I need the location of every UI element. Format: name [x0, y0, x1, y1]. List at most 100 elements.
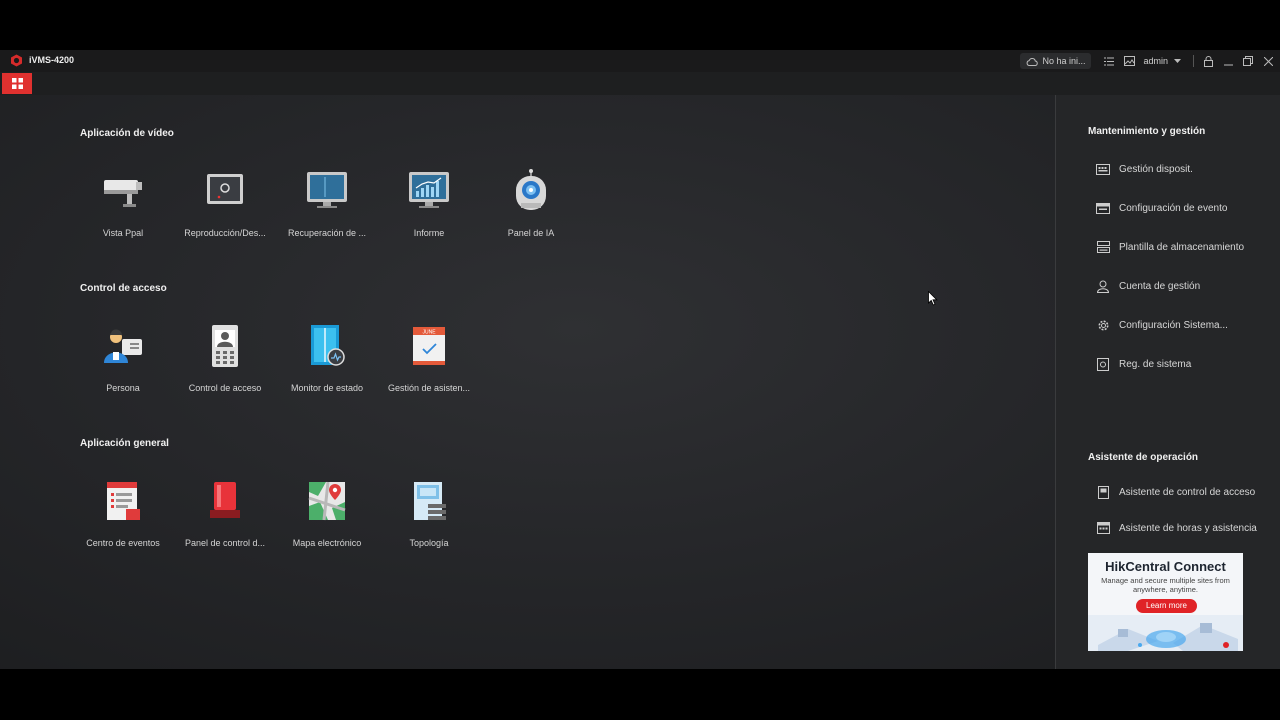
- title-bar: iVMS-4200 No ha ini... admin: [0, 50, 1280, 72]
- sidebar-item-label: Configuración Sistema...: [1119, 319, 1228, 331]
- access-terminal-icon: [212, 325, 238, 367]
- camera-icon: [104, 180, 142, 207]
- app-logo-icon: [11, 54, 22, 67]
- chevron-down-icon: [1174, 59, 1181, 63]
- tool-bar: [0, 72, 1280, 95]
- close-icon[interactable]: [1258, 50, 1278, 72]
- sidebar-item-label: Reg. de sistema: [1119, 358, 1192, 370]
- app-label: Vista Ppal: [102, 228, 144, 238]
- app-label: Monitor de estado: [290, 383, 364, 393]
- video-letterbox-bottom: [0, 669, 1280, 720]
- app-label: Panel de IA: [507, 228, 555, 238]
- learn-more-button[interactable]: Learn more: [1136, 599, 1197, 613]
- sidebar-item-label: Asistente de horas y asistencia: [1119, 522, 1257, 534]
- app-informe[interactable]: Informe: [379, 168, 479, 248]
- banner-illustration: [1088, 615, 1243, 651]
- event-config-icon: [1096, 201, 1110, 215]
- sidebar-item-configuracion-sistema[interactable]: Configuración Sistema...: [1096, 317, 1228, 333]
- banner-title: HikCentral Connect: [1105, 559, 1226, 574]
- grid-icon: [11, 78, 23, 89]
- access-wizard-icon: [1096, 485, 1110, 499]
- app-gestion-asistencia[interactable]: JUNE Gestión de asisten...: [379, 323, 479, 403]
- calendar-icon: JUNE: [413, 327, 445, 365]
- right-sidebar: Mantenimiento y gestión Gestión disposit…: [1056, 95, 1280, 669]
- minimize-icon[interactable]: [1218, 50, 1238, 72]
- log-icon: [1096, 357, 1110, 371]
- sidebar-item-label: Configuración de evento: [1119, 202, 1228, 214]
- banner-subtitle: Manage and secure multiple sites from an…: [1101, 576, 1230, 594]
- cloud-status-text: No ha ini...: [1042, 56, 1086, 66]
- report-chart-icon: [409, 172, 449, 208]
- separator: [1193, 55, 1194, 67]
- app-label: Panel de control d...: [184, 538, 266, 548]
- app-topologia[interactable]: Topología: [379, 478, 479, 558]
- main-panel: Aplicación de vídeo Vista Ppal Reproducc…: [0, 95, 1055, 669]
- lock-icon[interactable]: [1198, 50, 1218, 72]
- alarm-light-icon: [210, 482, 240, 518]
- sidebar-item-label: Cuenta de gestión: [1119, 280, 1201, 292]
- sidebar-item-plantilla-almacenamiento[interactable]: Plantilla de almacenamiento: [1096, 239, 1244, 255]
- app-panel-control[interactable]: Panel de control d...: [175, 478, 275, 558]
- image-icon[interactable]: [1119, 50, 1139, 72]
- app-centro-eventos[interactable]: Centro de eventos: [73, 478, 173, 558]
- sidebar-item-label: Gestión disposit.: [1119, 163, 1193, 175]
- app-control-acceso[interactable]: Control de acceso: [175, 323, 275, 403]
- map-icon: [308, 481, 346, 521]
- attendance-wizard-icon: [1096, 521, 1110, 535]
- app-window: iVMS-4200 No ha ini... admin Aplicación …: [0, 50, 1280, 669]
- app-mapa[interactable]: Mapa electrónico: [277, 478, 377, 558]
- app-reproduccion[interactable]: Reproducción/Des...: [175, 168, 275, 248]
- section-title-access: Control de acceso: [80, 283, 167, 294]
- device-icon: [1096, 162, 1110, 176]
- app-label: Recuperación de ...: [287, 228, 367, 238]
- app-label: Persona: [106, 383, 140, 393]
- mouse-cursor-icon: [928, 291, 938, 306]
- app-label: Control de acceso: [188, 383, 262, 393]
- topology-icon: [414, 482, 446, 520]
- app-vista-ppal[interactable]: Vista Ppal: [73, 168, 173, 248]
- app-persona[interactable]: Persona: [73, 323, 173, 403]
- sidebar-item-cuenta-gestion[interactable]: Cuenta de gestión: [1096, 278, 1200, 294]
- restore-icon[interactable]: [1238, 50, 1258, 72]
- svg-text:JUNE: JUNE: [422, 330, 436, 336]
- sidebar-item-configuracion-evento[interactable]: Configuración de evento: [1096, 200, 1227, 216]
- user-name: admin: [1143, 56, 1168, 66]
- sidebar-item-asistente-control-acceso[interactable]: Asistente de control de acceso: [1096, 484, 1255, 500]
- app-recuperacion[interactable]: Recuperación de ...: [277, 168, 377, 248]
- event-center-icon: [107, 482, 140, 520]
- storage-icon: [1096, 240, 1110, 254]
- sidebar-item-label: Asistente de control de acceso: [1119, 486, 1256, 498]
- person-icon: [104, 329, 142, 363]
- user-menu[interactable]: admin: [1143, 56, 1181, 66]
- hikcentral-banner[interactable]: HikCentral Connect Manage and secure mul…: [1088, 553, 1243, 651]
- cloud-icon: [1027, 57, 1039, 66]
- sidebar-item-gestion-dispositivos[interactable]: Gestión disposit.: [1096, 161, 1193, 177]
- section-title-general: Aplicación general: [80, 438, 169, 449]
- sidebar-title-wizard: Asistente de operación: [1088, 452, 1199, 463]
- title-bar-controls: No ha ini... admin: [1020, 50, 1280, 72]
- sidebar-title-maintenance: Mantenimiento y gestión: [1088, 126, 1206, 137]
- door-status-icon: [311, 325, 345, 366]
- gear-icon: [1096, 318, 1110, 332]
- app-monitor-estado[interactable]: Monitor de estado: [277, 323, 377, 403]
- app-label: Centro de eventos: [86, 538, 160, 548]
- home-button[interactable]: [2, 73, 32, 94]
- app-label: Mapa electrónico: [292, 538, 362, 548]
- app-panel-ia[interactable]: Panel de IA: [481, 168, 581, 248]
- ai-robot-icon: [516, 169, 546, 210]
- app-title: iVMS-4200: [29, 55, 75, 65]
- sidebar-item-label: Plantilla de almacenamiento: [1119, 241, 1245, 253]
- app-label: Gestión de asisten...: [387, 383, 471, 393]
- video-letterbox-top: [0, 0, 1280, 50]
- app-label: Reproducción/Des...: [184, 228, 266, 238]
- sidebar-item-asistente-horas-asistencia[interactable]: Asistente de horas y asistencia: [1096, 520, 1257, 536]
- monitor-icon: [307, 172, 347, 208]
- playback-icon: [207, 174, 243, 204]
- cloud-status[interactable]: No ha ini...: [1020, 53, 1092, 69]
- account-icon: [1096, 279, 1110, 293]
- list-icon[interactable]: [1099, 50, 1119, 72]
- app-label: Topología: [409, 538, 449, 548]
- sidebar-item-registro-sistema[interactable]: Reg. de sistema: [1096, 356, 1191, 372]
- section-title-video: Aplicación de vídeo: [80, 128, 174, 139]
- app-label: Informe: [413, 228, 445, 238]
